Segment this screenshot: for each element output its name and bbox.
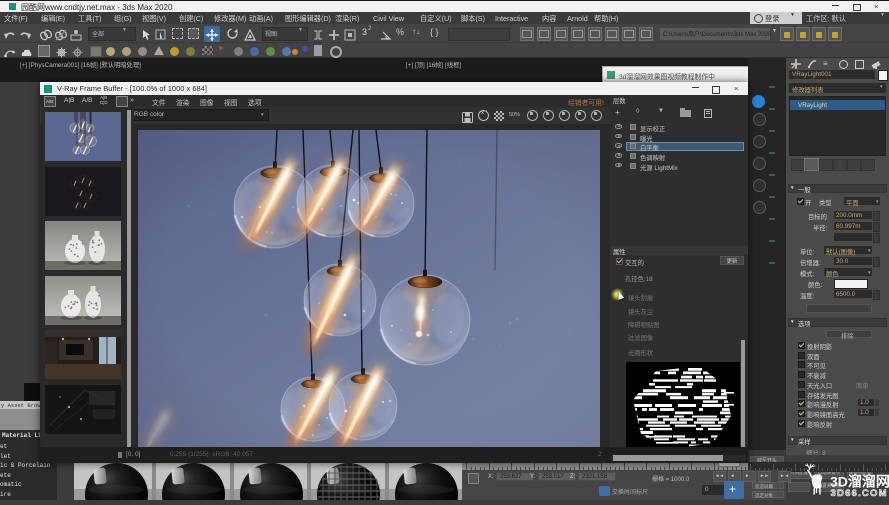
svg-text:3D66.COM: 3D66.COM <box>831 488 887 499</box>
